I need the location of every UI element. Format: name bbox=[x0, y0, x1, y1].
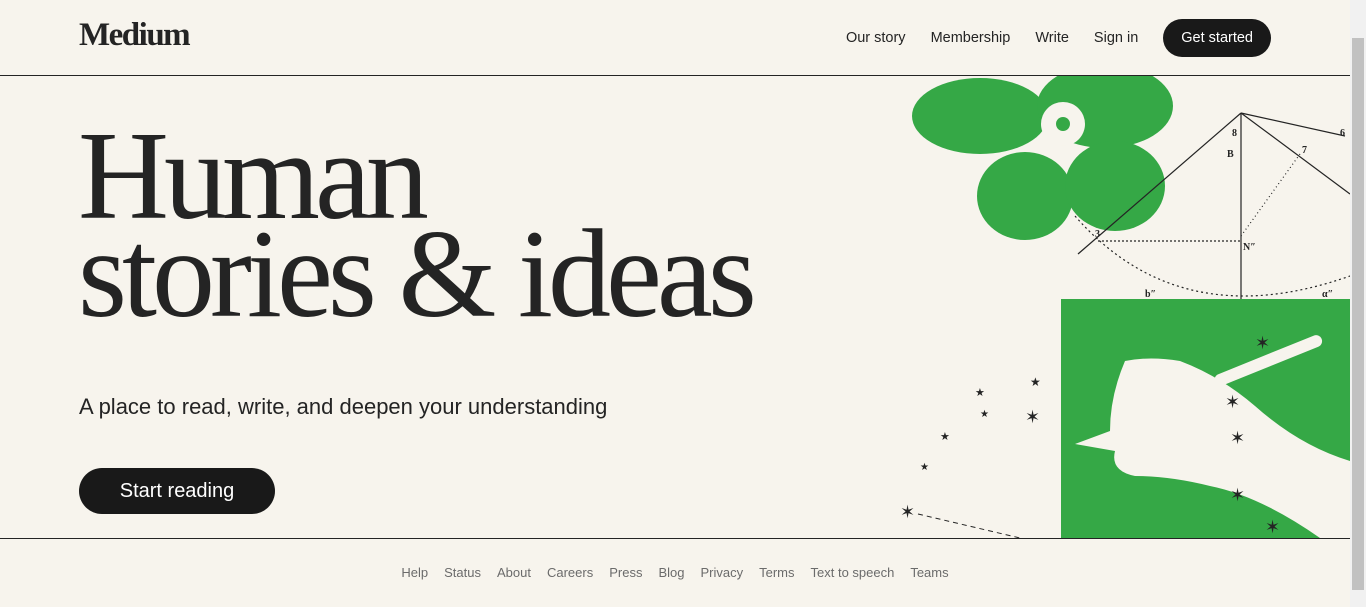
nav-sign-in[interactable]: Sign in bbox=[1094, 30, 1138, 46]
svg-text:✶: ✶ bbox=[900, 502, 915, 522]
nav-write[interactable]: Write bbox=[1035, 30, 1069, 46]
footer-link-about[interactable]: About bbox=[497, 565, 531, 607]
scrollbar-thumb[interactable] bbox=[1352, 38, 1364, 590]
footer-link-terms[interactable]: Terms bbox=[759, 565, 794, 607]
get-started-button[interactable]: Get started bbox=[1163, 19, 1271, 57]
headline-line-2: stories & ideas bbox=[78, 205, 757, 344]
nav-our-story[interactable]: Our story bbox=[846, 30, 906, 46]
footer-link-privacy[interactable]: Privacy bbox=[700, 565, 743, 607]
svg-text:✶: ✶ bbox=[1255, 333, 1270, 353]
svg-text:✶: ✶ bbox=[1225, 392, 1240, 412]
svg-text:★: ★ bbox=[975, 387, 985, 399]
start-reading-button[interactable]: Start reading bbox=[79, 468, 275, 514]
hero-headline: Human stories & ideas bbox=[78, 114, 757, 338]
scrollbar[interactable] bbox=[1350, 0, 1366, 607]
footer-link-text-to-speech[interactable]: Text to speech bbox=[811, 565, 895, 607]
footer-link-careers[interactable]: Careers bbox=[547, 565, 593, 607]
hero-illustration: B N″ E 3 8 7 6 b″ α″ ✶✶✶ ✶✶✶ ★★ ★★ ★✶ bbox=[900, 76, 1350, 538]
hero: Human stories & ideas A place to read, wr… bbox=[0, 76, 1350, 539]
footer: Help Status About Careers Press Blog Pri… bbox=[0, 539, 1350, 607]
diagram-label: 6 bbox=[1340, 128, 1345, 139]
svg-text:★: ★ bbox=[980, 409, 989, 420]
diagram-label: B bbox=[1227, 149, 1234, 160]
footer-link-status[interactable]: Status bbox=[444, 565, 481, 607]
footer-link-press[interactable]: Press bbox=[609, 565, 642, 607]
svg-text:★: ★ bbox=[940, 431, 950, 443]
medium-logo[interactable]: Medium bbox=[79, 17, 191, 54]
svg-text:✶: ✶ bbox=[1230, 428, 1245, 448]
svg-text:✶: ✶ bbox=[1230, 485, 1245, 505]
svg-text:★: ★ bbox=[920, 462, 929, 473]
nav-membership[interactable]: Membership bbox=[931, 30, 1011, 46]
svg-text:✶: ✶ bbox=[1265, 517, 1280, 537]
hero-tagline: A place to read, write, and deepen your … bbox=[79, 394, 608, 419]
top-header: Medium Our story Membership Write Sign i… bbox=[0, 0, 1350, 76]
footer-link-blog[interactable]: Blog bbox=[658, 565, 684, 607]
footer-link-teams[interactable]: Teams bbox=[910, 565, 948, 607]
diagram-label: N″ bbox=[1243, 242, 1256, 253]
diagram-label: 3 bbox=[1095, 229, 1100, 240]
svg-text:★: ★ bbox=[1030, 375, 1041, 389]
diagram-label: 7 bbox=[1302, 145, 1307, 156]
svg-text:✶: ✶ bbox=[1025, 407, 1040, 427]
flower-icon bbox=[912, 76, 1173, 240]
diagram-label: b″ bbox=[1145, 289, 1156, 300]
diagram-label: 8 bbox=[1232, 128, 1237, 139]
diagram-label: α″ bbox=[1322, 289, 1333, 300]
top-nav: Our story Membership Write Sign in Get s… bbox=[846, 19, 1271, 57]
footer-link-help[interactable]: Help bbox=[401, 565, 428, 607]
